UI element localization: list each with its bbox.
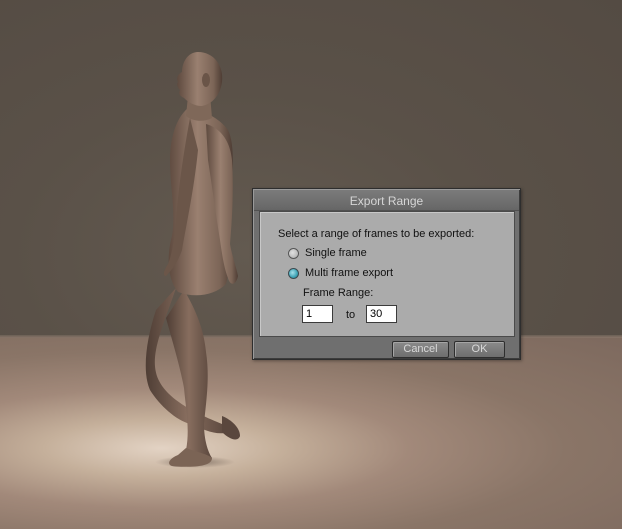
ok-button[interactable]: OK (454, 341, 505, 358)
single-frame-label: Single frame (305, 247, 367, 259)
multi-frame-label: Multi frame export (305, 267, 394, 279)
cancel-button[interactable]: Cancel (392, 341, 449, 358)
single-frame-radio[interactable] (288, 247, 299, 259)
end-frame-input[interactable] (366, 305, 397, 323)
start-frame-input[interactable] (302, 305, 333, 323)
front-leg (166, 290, 212, 467)
rear-foot (222, 416, 240, 440)
head (177, 52, 223, 106)
dialog-title: Export Range (349, 194, 424, 208)
single-frame-option[interactable]: Single frame (288, 247, 367, 259)
ear (202, 73, 210, 87)
multi-frame-radio[interactable] (288, 267, 299, 279)
to-label: to (346, 309, 356, 321)
dialog-titlebar[interactable]: Export Range (254, 190, 519, 211)
dialog-body: Select a range of frames to be exported:… (259, 211, 515, 337)
frame-range-label: Frame Range: (303, 287, 374, 299)
export-range-dialog: Export Range Select a range of frames to… (252, 188, 521, 360)
instructions-text: Select a range of frames to be exported: (278, 228, 475, 240)
multi-frame-option[interactable]: Multi frame export (288, 267, 393, 279)
